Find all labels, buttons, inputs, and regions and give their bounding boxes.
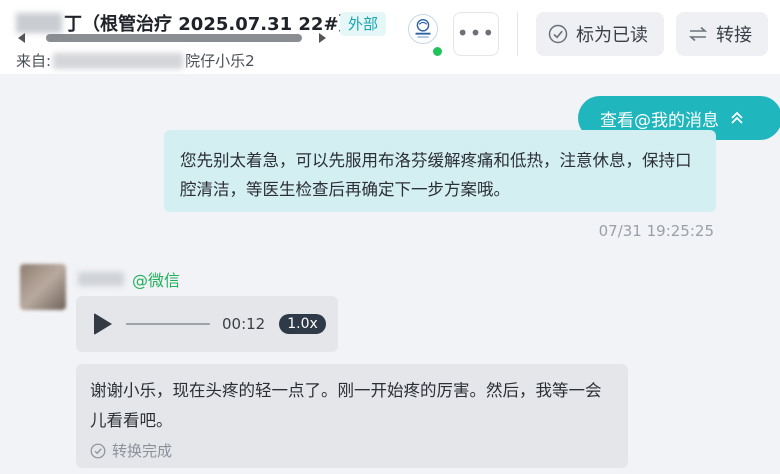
scrollbar-thumb[interactable] — [46, 34, 302, 42]
mark-read-button[interactable]: 标为已读 — [536, 12, 664, 56]
convert-status-label: 转换完成 — [112, 442, 173, 460]
from-label: 来自: — [16, 52, 52, 70]
redacted-name — [16, 13, 62, 33]
scroll-right-icon[interactable] — [319, 33, 326, 43]
title-scrollbar[interactable] — [18, 32, 326, 44]
redacted-sender-name — [78, 272, 124, 286]
conversation-header: 丁（根管治疗 2025.07.31 22#） 外部 来自: 院仔小乐2 ••• … — [0, 0, 780, 74]
view-mentions-label: 查看@我的消息 — [600, 110, 719, 131]
swap-arrows-icon — [688, 24, 708, 44]
divider — [517, 12, 518, 56]
outgoing-message-text: 您先别太着急，可以先服用布洛芬缓解疼痛和低热，注意休息，保持口腔清洁，等医生检查… — [180, 151, 692, 199]
avatar[interactable] — [20, 264, 66, 310]
playback-speed-button[interactable]: 1.0x — [279, 314, 326, 334]
source-line: 来自: 院仔小乐2 — [16, 50, 255, 71]
mark-read-label: 标为已读 — [576, 25, 648, 46]
more-icon: ••• — [456, 21, 496, 45]
more-button[interactable]: ••• — [453, 12, 499, 56]
double-chevron-up-icon — [729, 110, 745, 126]
play-icon[interactable] — [94, 313, 112, 335]
transfer-button[interactable]: 转接 — [676, 12, 768, 56]
sender-line: @微信 — [78, 267, 180, 291]
message-timestamp: 07/31 19:25:25 — [598, 222, 714, 240]
convert-status: 转换完成 — [90, 440, 614, 461]
sender-source: @微信 — [132, 271, 181, 290]
online-status-dot — [431, 45, 444, 58]
check-circle-icon — [90, 443, 106, 459]
voice-duration: 00:12 — [222, 315, 266, 333]
redacted-source — [53, 52, 184, 69]
external-tag: 外部 — [340, 12, 387, 36]
transfer-label: 转接 — [716, 25, 752, 46]
check-circle-icon — [548, 24, 568, 44]
clinic-logo-icon — [408, 14, 438, 44]
incoming-message-bubble[interactable]: 谢谢小乐，现在头疼的轻一点了。刚一开始疼的厉害。然后，我等一会儿看看吧。 转换完… — [76, 364, 628, 468]
voice-progress-track[interactable] — [126, 323, 210, 325]
voice-message[interactable]: 00:12 1.0x — [76, 296, 338, 352]
incoming-message-text: 谢谢小乐，现在头疼的轻一点了。刚一开始疼的厉害。然后，我等一会儿看看吧。 — [90, 381, 602, 430]
outgoing-message-bubble[interactable]: 您先别太着急，可以先服用布洛芬缓解疼痛和低热，注意休息，保持口腔清洁，等医生检查… — [164, 130, 716, 212]
from-suffix: 院仔小乐2 — [185, 52, 255, 70]
scroll-left-icon[interactable] — [18, 33, 25, 43]
